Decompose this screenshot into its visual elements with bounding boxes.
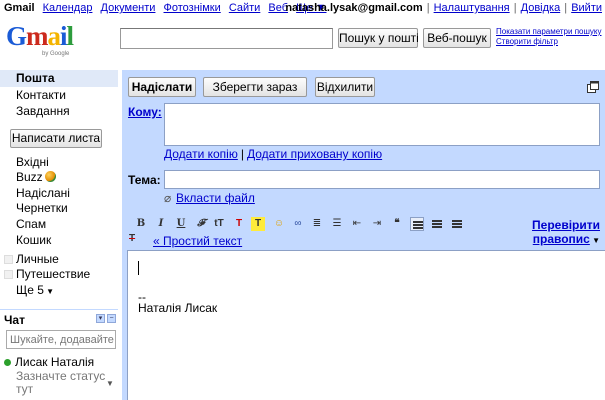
bulleted-list-icon[interactable]: ☰ [330,217,344,231]
nav-buzz[interactable]: Buzz [0,169,118,186]
cc-links: Додати копію | Додати приховану копію [164,147,382,161]
more-labels-link[interactable]: Ще 5 ▼ [0,282,118,299]
bold-icon[interactable]: B [134,217,148,231]
underline-icon[interactable]: U [174,217,188,231]
documents-link[interactable]: Документи [101,2,156,14]
nav-tasks[interactable]: Завдання [0,103,118,120]
top-bar: Gmail Календар Документи Фотознімки Сайт… [0,0,605,16]
buzz-icon [44,171,56,182]
popout-icon[interactable] [587,81,599,93]
separator: | [240,147,244,161]
attach-file[interactable]: ⌀ Вкласти файл [164,191,255,205]
chevron-down-icon[interactable]: ▼ [106,379,114,388]
to-label[interactable]: Кому: [128,105,162,119]
outdent-icon[interactable]: ⇤ [350,217,364,231]
calendar-link[interactable]: Календар [43,2,93,14]
paperclip-icon: ⌀ [164,191,172,205]
sites-link[interactable]: Сайти [229,2,261,14]
save-now-button[interactable]: Зберегти зараз [203,77,307,97]
emoji-icon[interactable]: ☺ [272,217,286,231]
subject-label: Тема: [128,173,161,187]
nav-spam[interactable]: Спам [0,216,118,233]
separator: | [426,2,430,14]
top-bar-apps: Gmail Календар Документи Фотознімки Сайт… [4,2,331,14]
highlight-icon[interactable]: T [251,217,265,231]
send-button[interactable]: Надіслати [128,77,196,97]
help-link[interactable]: Довідка [521,2,561,14]
photos-link[interactable]: Фотознімки [164,2,221,14]
label-name: Личные [16,252,59,266]
web-search-button[interactable]: Веб-пошук [423,28,491,48]
subject-field[interactable] [164,170,600,189]
label-name: Путешествие [16,267,91,281]
signature-name: Наталія Лисак [138,301,218,315]
italic-icon[interactable]: I [154,217,168,231]
chat-self-user[interactable]: Лисак Наталія [4,355,94,369]
quote-icon[interactable]: ❝ [390,217,404,231]
attach-file-link[interactable]: Вкласти файл [176,191,255,205]
logo-byline: by Google [42,51,70,57]
label-color-swatch [4,270,13,279]
chat-header: Чат ▾ − [0,309,118,329]
label-travel[interactable]: Путешествие [0,266,118,283]
nav-buzz-label: Buzz [16,170,43,184]
chat-options-icon[interactable]: ▾ [96,314,105,323]
text-color-icon[interactable]: T [232,217,246,231]
font-icon[interactable]: 𝓕 [194,217,208,231]
nav-drafts[interactable]: Чернетки [0,200,118,217]
left-sidebar: Пошта Контакти Завдання Написати листа В… [0,68,118,400]
align-center-icon[interactable] [430,217,444,231]
font-size-icon[interactable]: tT [212,217,226,231]
spellcheck[interactable]: Перевірити правопис ▼ [530,218,600,248]
text-caret [138,261,139,275]
chevron-down-icon[interactable]: ▼ [590,236,600,245]
link-icon[interactable]: ∞ [291,217,305,231]
chat-title: Чат [4,313,25,327]
compose-button[interactable]: Написати листа [10,129,102,148]
sign-out-link[interactable]: Вийти [571,2,602,14]
add-cc-link[interactable]: Додати копію [164,147,238,161]
nav-contacts[interactable]: Контакти [0,87,118,104]
chevron-down-icon: ▼ [43,287,55,296]
gmail-logo[interactable]: Gmail by Google [6,22,86,58]
remove-formatting-icon[interactable]: T [129,233,135,244]
separator: | [513,2,517,14]
account-links: natasha.lysak@gmail.com | Налаштування |… [285,2,602,14]
discard-button[interactable]: Відхилити [315,77,375,97]
search-options: Показати параметри пошуку Створити фільт… [496,27,602,47]
add-bcc-link[interactable]: Додати приховану копію [247,147,382,161]
align-left-icon[interactable] [410,217,424,231]
numbered-list-icon[interactable]: ≣ [310,217,324,231]
separator: | [564,2,568,14]
show-search-options-link[interactable]: Показати параметри пошуку [496,27,602,37]
chat-minimize-icon[interactable]: − [107,314,116,323]
create-filter-link[interactable]: Створити фільтр [496,37,602,47]
chat-user-name: Лисак Наталія [15,355,95,369]
app-name: Gmail [4,2,35,14]
nav-mail[interactable]: Пошта [0,70,118,87]
align-right-icon[interactable] [450,217,464,231]
message-body-editor[interactable]: -- Наталія Лисак [127,250,605,400]
nav-trash[interactable]: Кошик [0,232,118,249]
chat-search-input[interactable]: Шукайте, додавайте [6,330,116,349]
online-status-icon [4,359,11,366]
label-color-swatch [4,255,13,264]
search-input[interactable] [120,28,333,49]
logo-wordmark: Gmail [6,21,74,51]
compose-panel: Надіслати Зберегти зараз Відхилити Кому:… [122,70,605,400]
settings-link[interactable]: Налаштування [434,2,510,14]
more-labels-label: Ще 5 [16,283,44,297]
chat-status-prompt[interactable]: Зазначте статус тут [16,370,108,396]
search-mail-button[interactable]: Пошук у пошті [338,28,419,48]
account-email: natasha.lysak@gmail.com [285,2,423,14]
to-field[interactable] [164,103,600,146]
plain-text-link[interactable]: « Простий текст [153,234,242,248]
indent-icon[interactable]: ⇥ [370,217,384,231]
